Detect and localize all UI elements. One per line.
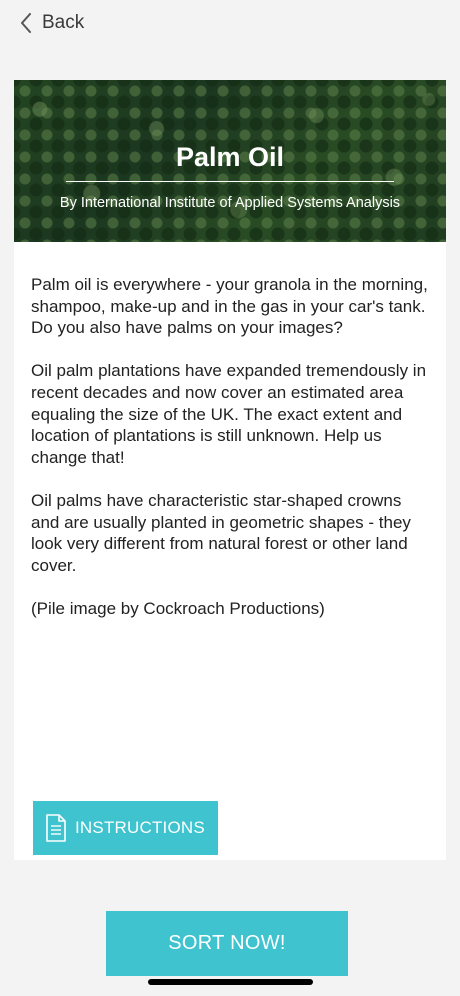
- image-credit: (Pile image by Cockroach Productions): [31, 598, 325, 618]
- instructions-label: INSTRUCTIONS: [75, 818, 205, 837]
- project-banner: Palm Oil By International Institute of A…: [14, 80, 446, 242]
- sort-now-button[interactable]: SORT NOW!: [106, 911, 348, 976]
- document-icon: [46, 814, 66, 842]
- project-card: Palm Oil By International Institute of A…: [14, 80, 446, 860]
- title-divider: [66, 181, 394, 182]
- description-paragraph: Palm oil is everywhere - your granola in…: [31, 275, 428, 338]
- project-detail-screen: Back Palm Oil By International Institute…: [0, 0, 460, 996]
- back-label: Back: [42, 12, 85, 33]
- description-paragraph: Oil palms have characteristic star-shape…: [31, 490, 411, 575]
- home-indicator[interactable]: [148, 979, 313, 985]
- description-paragraph: Oil palm plantations have expanded treme…: [31, 361, 427, 467]
- chevron-left-icon: [21, 13, 31, 33]
- project-author: By International Institute of Applied Sy…: [59, 195, 401, 211]
- project-title: Palm Oil: [175, 142, 285, 172]
- instructions-button[interactable]: INSTRUCTIONS: [33, 801, 218, 855]
- back-button[interactable]: Back: [20, 10, 84, 36]
- sort-now-label: SORT NOW!: [168, 932, 286, 954]
- project-description: Palm oil is everywhere - your granola in…: [31, 274, 431, 641]
